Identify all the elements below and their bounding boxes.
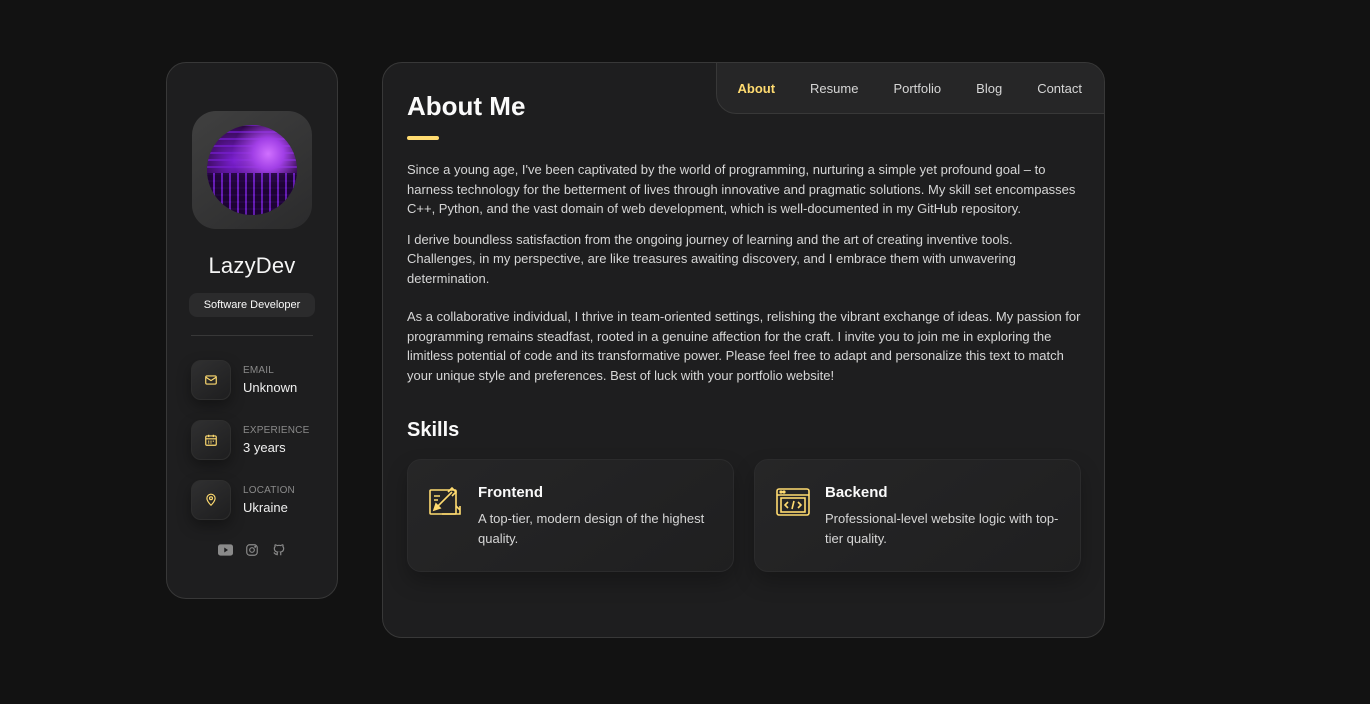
about-article: About Me Since a young age, I've been ca… bbox=[407, 91, 1083, 572]
page-title: About Me bbox=[407, 91, 526, 121]
title-underline bbox=[407, 136, 439, 140]
skill-description: A top-tier, modern design of the highest… bbox=[478, 511, 705, 546]
contact-value: Ukraine bbox=[243, 500, 288, 515]
contact-experience: EXPERIENCE 3 years bbox=[191, 420, 313, 460]
avatar bbox=[207, 125, 297, 215]
youtube-icon[interactable] bbox=[217, 542, 233, 557]
about-text: Since a young age, I've been captivated … bbox=[407, 160, 1083, 385]
contact-value[interactable]: Unknown bbox=[243, 380, 297, 395]
design-icon bbox=[428, 484, 464, 520]
contact-label: LOCATION bbox=[243, 485, 295, 496]
contacts-list: EMAIL Unknown EXPERIENCE 3 years LOCATIO… bbox=[191, 360, 313, 520]
about-paragraph: As a collaborative individual, I thrive … bbox=[407, 309, 1081, 383]
sidebar: LazyDev Software Developer EMAIL Unknown… bbox=[166, 62, 338, 599]
contact-label: EMAIL bbox=[243, 365, 275, 376]
role-badge: Software Developer bbox=[188, 293, 316, 317]
mail-icon bbox=[191, 360, 231, 400]
skill-card-backend: Backend Professional-level website logic… bbox=[754, 459, 1081, 572]
skill-description: Professional-level website logic with to… bbox=[825, 511, 1059, 546]
social-links bbox=[217, 542, 287, 557]
about-paragraph: I derive boundless satisfaction from the… bbox=[407, 231, 1016, 286]
contact-label: EXPERIENCE bbox=[243, 425, 310, 436]
calendar-icon bbox=[191, 420, 231, 460]
skills-title: Skills bbox=[407, 419, 460, 441]
avatar-box bbox=[192, 111, 312, 229]
contact-location: LOCATION Ukraine bbox=[191, 480, 313, 520]
profile-name: LazyDev bbox=[208, 253, 296, 278]
skill-name: Frontend bbox=[478, 484, 543, 501]
skill-card-frontend: Frontend A top-tier, modern design of th… bbox=[407, 459, 734, 572]
location-icon bbox=[191, 480, 231, 520]
instagram-icon[interactable] bbox=[245, 542, 260, 557]
skills-list: Frontend A top-tier, modern design of th… bbox=[407, 459, 1083, 572]
sidebar-divider bbox=[191, 335, 313, 336]
code-icon bbox=[775, 484, 811, 520]
github-icon[interactable] bbox=[272, 542, 287, 557]
main-card: About Resume Portfolio Blog Contact Abou… bbox=[382, 62, 1105, 638]
contact-value: 3 years bbox=[243, 440, 286, 455]
contact-email: EMAIL Unknown bbox=[191, 360, 313, 400]
skill-name: Backend bbox=[825, 484, 888, 501]
about-paragraph: Since a young age, I've been captivated … bbox=[407, 162, 1076, 216]
